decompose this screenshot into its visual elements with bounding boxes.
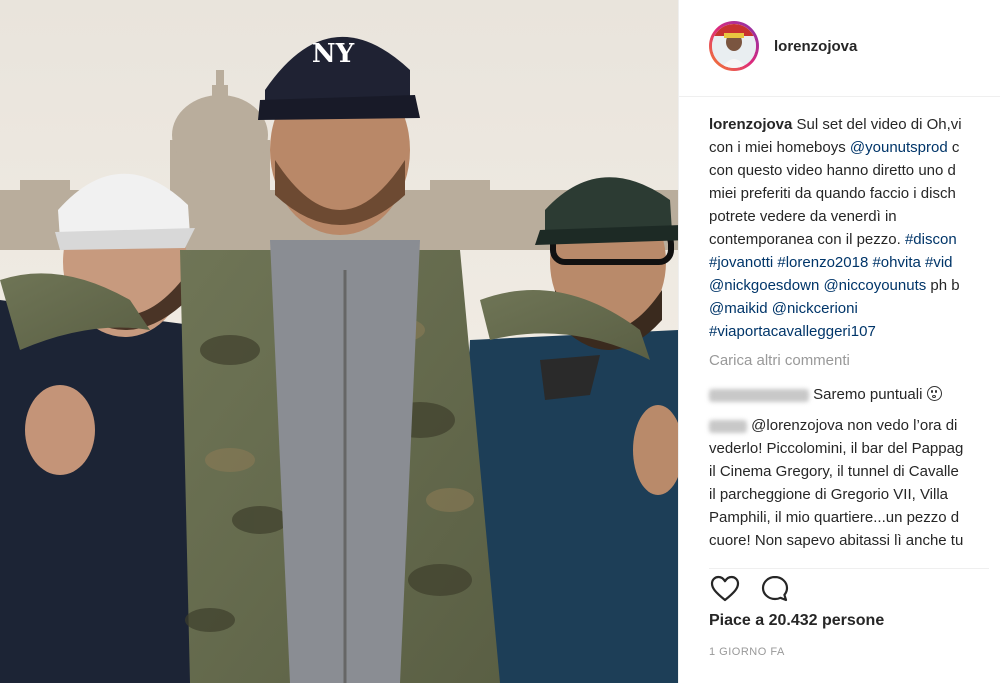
caption: lorenzojova Sul set del video di Oh,vi c… <box>709 113 1000 343</box>
comment: Saremo puntuali <box>709 383 1000 406</box>
comment-text: Saremo puntuali <box>813 386 923 403</box>
caption-line: contemporanea con il pezzo. #discon <box>709 228 1000 251</box>
comment-line: @lorenzojova non vedo l’ora di <box>709 414 1000 437</box>
surprised-emoji-icon <box>926 386 942 401</box>
comment-line: il Cinema Gregory, il tunnel di Cavalle <box>709 463 959 480</box>
blurred-username <box>709 419 747 433</box>
action-bar <box>709 568 989 603</box>
comment-line: Saremo puntuali <box>709 383 1000 406</box>
avatar-image <box>712 24 756 68</box>
comment-line: cuore! Non sapevo abitassi lì anche tu <box>709 532 964 549</box>
comment-text: non vedo l’ora di <box>843 417 958 434</box>
hashtag-links[interactable]: #jovanotti #lorenzo2018 #ohvita #vid <box>709 251 1000 274</box>
post-date[interactable]: 1 GIORNO FA <box>709 646 785 658</box>
caption-line: con i miei homeboys @younutsprod c <box>709 136 1000 159</box>
comment-bubble-icon[interactable] <box>759 573 791 605</box>
mention-link[interactable]: @younutsprod <box>850 139 948 156</box>
caption-text: ph b <box>926 277 960 294</box>
blurred-username <box>709 388 809 402</box>
comment-line: il parcheggione di Gregorio VII, Villa <box>709 486 949 503</box>
heart-icon[interactable] <box>709 573 741 605</box>
svg-text:NY: NY <box>312 39 355 69</box>
mention-links[interactable]: @maikid @nickcerioni <box>709 297 1000 320</box>
caption-text: Sul set del video di Oh,vi <box>796 116 962 133</box>
mention-links[interactable]: @nickgoesdown @niccoyounuts <box>709 277 926 294</box>
post-photo[interactable]: NY <box>0 0 678 683</box>
comment-line: Pamphili, il mio quartiere...un pezzo d <box>709 509 960 526</box>
mention-link[interactable]: @lorenzojova <box>751 417 843 434</box>
post-panel: lorenzojova lorenzojova Sul set del vide… <box>678 0 1000 683</box>
caption-username[interactable]: lorenzojova <box>709 116 792 133</box>
caption-line: con questo video hanno diretto uno d <box>709 162 956 179</box>
hashtag-link[interactable]: #discon <box>905 231 957 248</box>
likes-count[interactable]: Piace a 20.432 persone <box>709 612 884 630</box>
comment-line: vederlo! Piccolomini, il bar del Pappag <box>709 440 964 457</box>
caption-text: contemporanea con il pezzo. <box>709 231 905 248</box>
caption-line: lorenzojova Sul set del video di Oh,vi <box>709 113 1000 136</box>
caption-line: potrete vedere da venerdì in <box>709 208 897 225</box>
avatar[interactable] <box>709 21 759 71</box>
caption-line: @nickgoesdown @niccoyounuts ph b <box>709 274 1000 297</box>
comment: @lorenzojova non vedo l’ora di vederlo! … <box>709 414 1000 552</box>
caption-text: c <box>947 139 960 156</box>
load-more-comments[interactable]: Carica altri commenti <box>709 352 850 369</box>
caption-text: con i miei homeboys <box>709 139 850 156</box>
header-username[interactable]: lorenzojova <box>774 38 857 55</box>
caption-line: miei preferiti da quando faccio i disch <box>709 185 956 202</box>
hashtag-link[interactable]: #viaportacavalleggeri107 <box>709 320 1000 343</box>
post-header: lorenzojova <box>679 0 1000 97</box>
